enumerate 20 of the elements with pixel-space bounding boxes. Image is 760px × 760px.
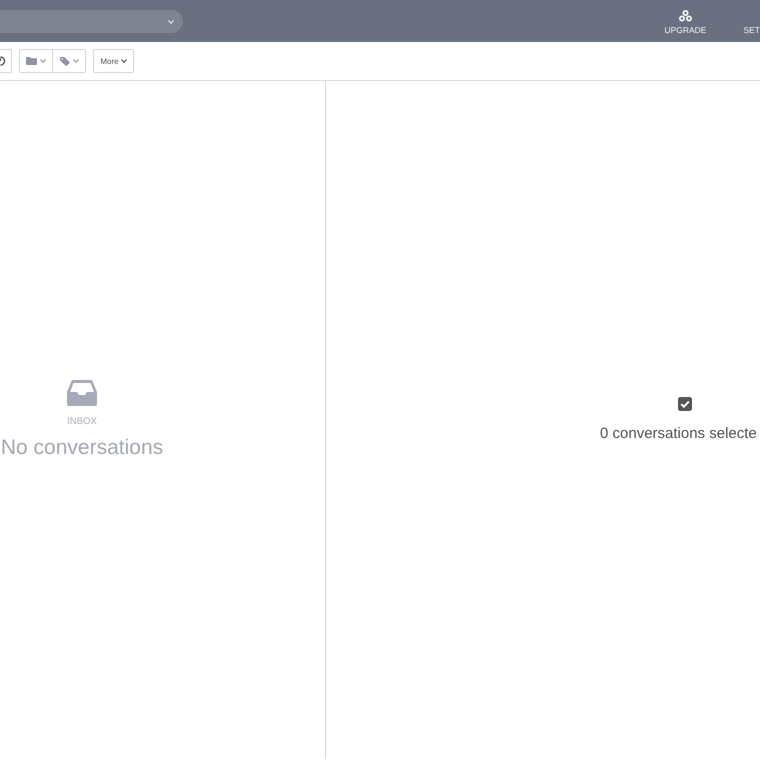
folder-dropdown[interactable] (19, 49, 53, 73)
caret-icon (72, 59, 78, 63)
inbox-icon (67, 380, 97, 406)
checkbox-icon (678, 397, 692, 411)
caret-icon (168, 20, 174, 24)
folder-icon (26, 57, 37, 65)
folder-name: INBOX (67, 416, 97, 427)
toolbar-button[interactable] (0, 49, 12, 73)
selection-count: 0 conversations selecte (600, 425, 757, 443)
search-field[interactable] (0, 10, 183, 33)
circles-icon (678, 10, 692, 22)
settings-button[interactable]: SET (743, 0, 760, 42)
tag-icon (60, 56, 70, 66)
empty-message: No conversations (0, 436, 164, 460)
upgrade-button[interactable]: UPGRADE (655, 0, 716, 42)
arc-icon (0, 56, 6, 66)
more-dropdown[interactable]: More (93, 49, 134, 73)
tag-dropdown[interactable] (53, 49, 86, 73)
caret-icon (120, 59, 127, 63)
caret-icon (40, 59, 46, 63)
